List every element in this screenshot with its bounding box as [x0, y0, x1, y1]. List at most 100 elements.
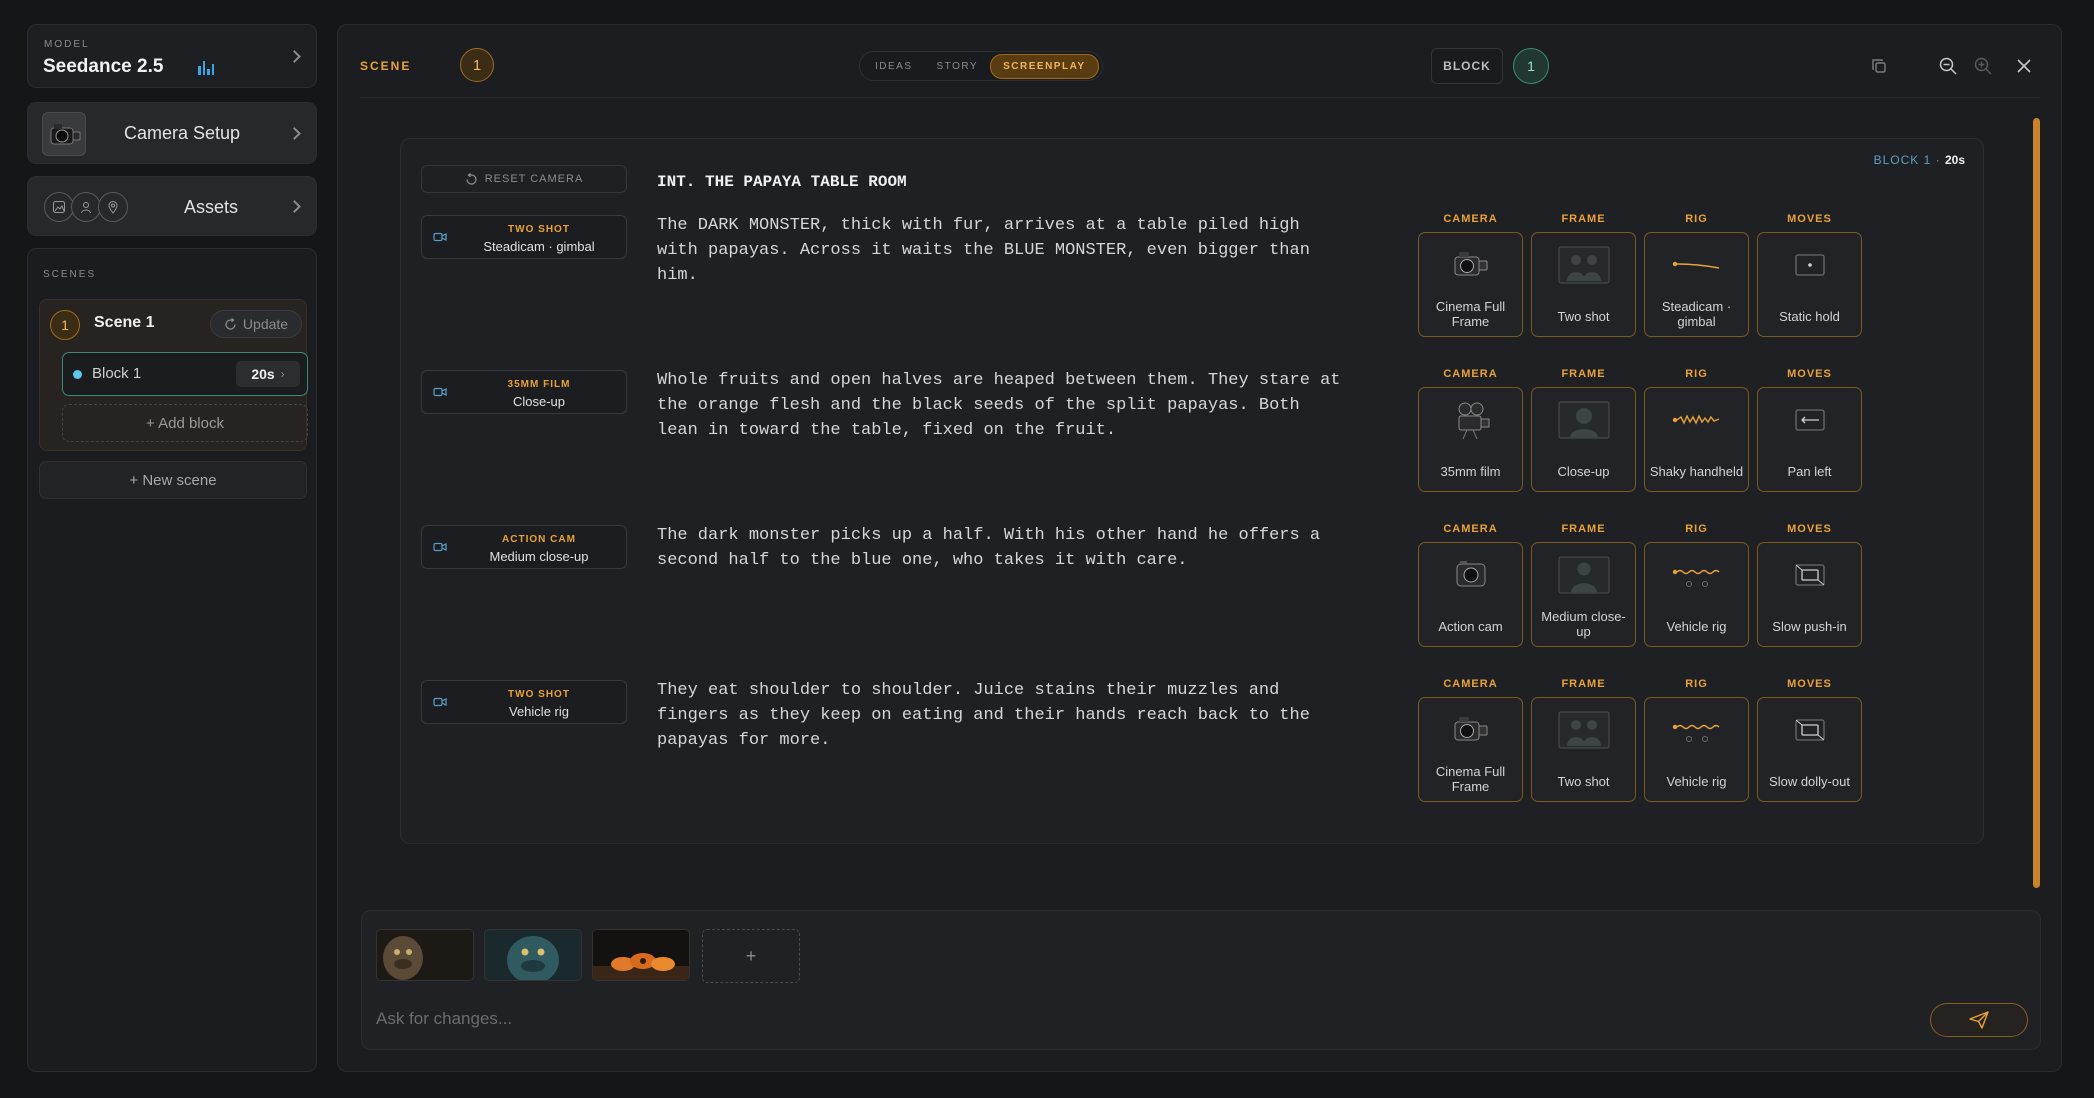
add-block-button[interactable]: + Add block	[62, 404, 308, 442]
option-moves[interactable]: Slow dolly-out	[1757, 697, 1862, 802]
send-button[interactable]	[1930, 1003, 2028, 1037]
chevron-right-icon	[288, 200, 301, 213]
block-duration[interactable]: 20s ›	[236, 361, 300, 387]
option-frame[interactable]: Medium close-up	[1531, 542, 1636, 647]
block-selector[interactable]: BLOCK	[1431, 48, 1503, 84]
option-moves[interactable]: Static hold	[1757, 232, 1862, 337]
shot-tag[interactable]: TWO SHOT Vehicle rig	[421, 680, 627, 724]
zoom-in-icon[interactable]	[1972, 55, 1994, 77]
block-status-dot	[73, 370, 82, 379]
video-camera-icon	[433, 542, 447, 552]
reference-thumbnail[interactable]	[376, 929, 474, 981]
model-name: Seedance 2.5	[43, 56, 164, 77]
option-label: Slow dolly-out	[1769, 774, 1850, 789]
send-icon	[1969, 1011, 1989, 1029]
close-icon[interactable]	[2013, 55, 2035, 77]
update-label: Update	[242, 316, 289, 332]
option-header-camera: CAMERA	[1443, 678, 1498, 690]
signal-bars-icon	[198, 61, 214, 75]
option-header-frame: FRAME	[1561, 368, 1606, 380]
shot-type: TWO SHOT	[508, 224, 570, 235]
shot-description[interactable]: They eat shoulder to shoulder. Juice sta…	[657, 678, 1347, 753]
shaky-handheld-icon	[1671, 400, 1723, 440]
tab-ideas[interactable]: IDEAS	[863, 55, 925, 78]
block-label: Block 1	[92, 365, 142, 382]
dolly-out-icon	[1784, 710, 1836, 750]
reset-camera-label: RESET CAMERA	[484, 173, 584, 185]
camera-setup-button[interactable]: Camera Setup	[27, 102, 317, 164]
option-label: Two shot	[1557, 309, 1610, 324]
person-icon	[71, 192, 101, 222]
option-header-camera: CAMERA	[1443, 523, 1498, 535]
vehicle-rig-icon	[1671, 555, 1723, 595]
medium-close-up-frame-icon	[1558, 555, 1610, 595]
reference-thumbnail[interactable]	[592, 929, 690, 981]
cinema-camera-icon	[1445, 710, 1497, 750]
block-duration-value: 20s	[251, 366, 275, 382]
option-header-moves: MOVES	[1787, 368, 1832, 380]
location-pin-icon	[98, 192, 128, 222]
scene-number-badge[interactable]: 1	[460, 48, 494, 82]
option-label: Vehicle rig	[1666, 774, 1727, 789]
option-moves[interactable]: Pan left	[1757, 387, 1862, 492]
option-moves[interactable]: Slow push-in	[1757, 542, 1862, 647]
shot-description[interactable]: Whole fruits and open halves are heaped …	[657, 368, 1347, 443]
option-camera[interactable]: Cinema Full Frame	[1418, 697, 1523, 802]
reset-camera-button[interactable]: RESET CAMERA	[421, 165, 627, 193]
option-rig[interactable]: Steadicam · gimbal	[1644, 232, 1749, 337]
option-camera[interactable]: Action cam	[1418, 542, 1523, 647]
option-camera[interactable]: Cinema Full Frame	[1418, 232, 1523, 337]
scrollbar[interactable]	[2033, 118, 2040, 888]
shot-type: TWO SHOT	[508, 689, 570, 700]
scene-card[interactable]: 1 Scene 1 Update Block 1 20s › + Add blo…	[39, 299, 308, 451]
film-camera-icon	[1445, 400, 1497, 440]
block-corner-duration: 20s	[1944, 153, 1965, 167]
two-people-frame-icon	[1558, 245, 1610, 285]
option-label: Two shot	[1557, 774, 1610, 789]
assets-button[interactable]: Assets	[27, 176, 317, 236]
vehicle-rig-icon	[1671, 710, 1723, 750]
ask-for-changes-input[interactable]	[376, 1006, 1876, 1032]
block-row[interactable]: Block 1 20s ›	[62, 352, 308, 396]
option-header-rig: RIG	[1685, 523, 1708, 535]
option-header-frame: FRAME	[1561, 213, 1606, 225]
shot-tag[interactable]: TWO SHOT Steadicam · gimbal	[421, 215, 627, 259]
close-up-frame-icon	[1558, 400, 1610, 440]
update-button[interactable]: Update	[210, 310, 302, 338]
copy-icon[interactable]	[1868, 55, 1890, 77]
option-header-camera: CAMERA	[1443, 368, 1498, 380]
zoom-out-icon[interactable]	[1937, 55, 1959, 77]
add-reference-button[interactable]: +	[702, 929, 800, 983]
screenplay-panel: SCENE 1 IDEAS STORY SCREENPLAY BLOCK 1 B…	[337, 24, 2062, 1072]
shot-tag[interactable]: 35MM FILM Close-up	[421, 370, 627, 414]
option-frame[interactable]: Two shot	[1531, 697, 1636, 802]
pan-left-icon	[1784, 400, 1836, 440]
shot-tag[interactable]: ACTION CAM Medium close-up	[421, 525, 627, 569]
option-rig[interactable]: Vehicle rig	[1644, 697, 1749, 802]
block-number-badge[interactable]: 1	[1513, 48, 1549, 84]
option-frame[interactable]: Two shot	[1531, 232, 1636, 337]
shot-detail: Vehicle rig	[509, 704, 569, 719]
tab-story[interactable]: STORY	[925, 55, 991, 78]
option-frame[interactable]: Close-up	[1531, 387, 1636, 492]
option-rig[interactable]: Vehicle rig	[1644, 542, 1749, 647]
option-label: Medium close-up	[1541, 609, 1626, 639]
new-scene-button[interactable]: + New scene	[39, 461, 307, 499]
option-camera[interactable]: 35mm film	[1418, 387, 1523, 492]
image-icon	[44, 192, 74, 222]
shot-type: ACTION CAM	[502, 534, 576, 545]
scene-slugline: INT. THE PAPAYA TABLE ROOM	[657, 173, 907, 191]
option-header-frame: FRAME	[1561, 678, 1606, 690]
model-selector[interactable]: MODEL Seedance 2.5	[27, 24, 317, 88]
video-camera-icon	[433, 232, 447, 242]
scenes-panel: SCENES 1 Scene 1 Update Block 1 20s › + …	[27, 248, 317, 1072]
shot-description[interactable]: The dark monster picks up a half. With h…	[657, 523, 1347, 573]
reference-thumbnail[interactable]	[484, 929, 582, 981]
shot-description[interactable]: The DARK MONSTER, thick with fur, arrive…	[657, 213, 1347, 288]
block-corner-label: BLOCK 1 · 20s	[1874, 153, 1965, 167]
option-rig[interactable]: Shaky handheld	[1644, 387, 1749, 492]
option-label: Cinema Full Frame	[1435, 764, 1506, 794]
assets-label: Assets	[184, 197, 239, 217]
tab-screenplay[interactable]: SCREENPLAY	[990, 53, 1099, 79]
option-header-rig: RIG	[1685, 213, 1708, 225]
